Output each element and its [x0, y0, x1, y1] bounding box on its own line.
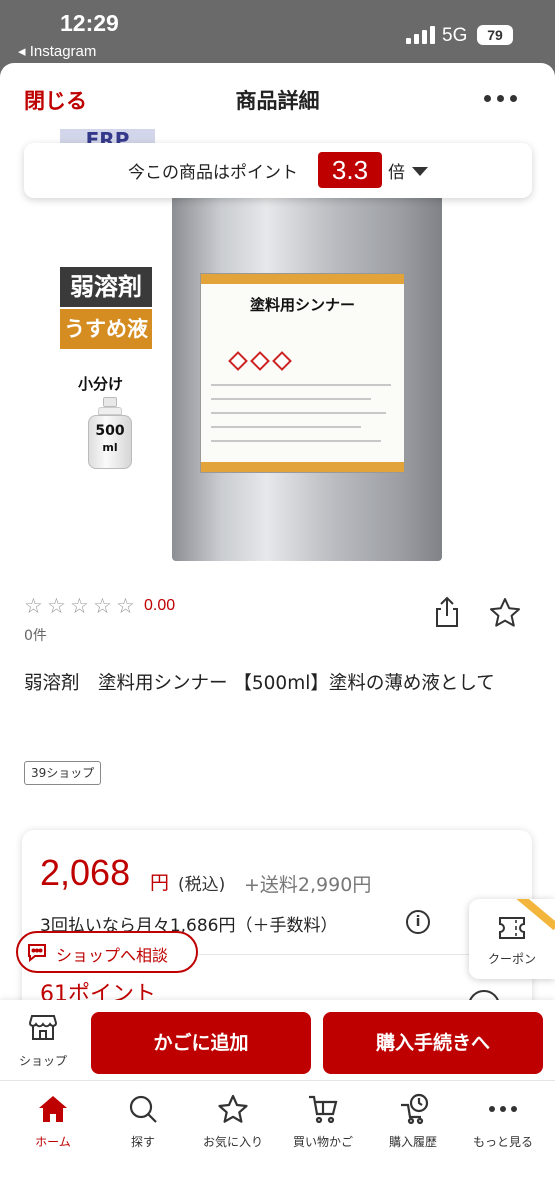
status-bar: 12:29 ◂ Instagram 5G 79: [0, 0, 555, 62]
checkout-button[interactable]: 購入手続きへ: [323, 1012, 543, 1074]
bottle-unit: ml: [102, 441, 118, 454]
shop-consult-label: ショップへ相談: [56, 946, 169, 965]
star-empty-icon: ☆: [93, 594, 112, 618]
tab-home[interactable]: ホーム: [8, 1093, 98, 1153]
cart-icon: [309, 1095, 338, 1124]
rating-score[interactable]: 0.00: [144, 597, 175, 615]
product-title: 弱溶剤 塗料用シンナー 【500ml】塗料の薄め液として: [24, 673, 495, 694]
add-to-cart-button[interactable]: かごに追加: [91, 1012, 311, 1074]
tab-search[interactable]: 探す: [98, 1093, 188, 1153]
shop-consult-button[interactable]: ショップへ相談: [16, 931, 198, 973]
signal-icon: [406, 26, 436, 44]
coupon-button[interactable]: クーポン: [469, 899, 555, 979]
points-banner-suffix: 倍: [388, 163, 405, 183]
share-icon[interactable]: [432, 595, 462, 629]
tab-cart-label: 買い物かご: [292, 1135, 353, 1149]
tab-favorites[interactable]: お気に入り: [188, 1093, 278, 1153]
info-icon[interactable]: i: [406, 910, 430, 934]
shop-icon: [28, 1015, 58, 1040]
more-icon[interactable]: [484, 95, 518, 103]
can-label: 塗料用シンナー: [200, 273, 405, 473]
tab-search-label: 探す: [130, 1135, 155, 1149]
favorite-star-icon[interactable]: [488, 596, 522, 630]
bottle-volume: 500: [95, 423, 125, 439]
search-icon: [129, 1095, 157, 1123]
points-rate-badge: 3.3: [318, 152, 382, 188]
chat-icon: [28, 944, 46, 962]
home-icon: [39, 1096, 67, 1122]
bottle-illustration: 500 ml: [86, 397, 134, 469]
shop-button-label: ショップ: [18, 1054, 67, 1068]
tab-favorites-label: お気に入り: [202, 1135, 263, 1149]
review-count[interactable]: 0件: [24, 625, 47, 645]
product-detail-sheet: FRP 弱溶剤 うすめ液 小分け 500ml 塗料用シンナー 閉じる 商品詳細: [0, 63, 555, 1200]
coupon-icon: [499, 917, 525, 939]
page-title: 商品詳細: [235, 89, 320, 113]
coupon-label: クーポン: [487, 952, 536, 966]
price-currency: 円: [150, 872, 170, 894]
shipping-fee: +送料2,990円: [244, 874, 372, 896]
clock: 12:29: [60, 10, 119, 36]
tab-cart[interactable]: 買い物かご: [278, 1093, 368, 1153]
shop-button[interactable]: ショップ: [12, 1008, 74, 1068]
tab-more[interactable]: もっと見る: [458, 1093, 548, 1153]
purchase-action-bar: ショップ かごに追加 購入手続きへ: [0, 1000, 555, 1080]
bottom-tab-bar: ホーム 探す お気に入り 買い物かご 購入履歴 もっと見る: [0, 1080, 555, 1200]
shop-tag[interactable]: 39ショップ: [24, 761, 102, 785]
tab-history-label: 購入履歴: [388, 1135, 437, 1149]
rating-stars: ☆ ☆ ☆ ☆ ☆: [24, 595, 139, 617]
tab-home-label: ホーム: [35, 1135, 71, 1149]
points-banner[interactable]: 今この商品はポイント 3.3 倍: [24, 143, 532, 198]
tab-more-label: もっと見る: [472, 1135, 533, 1149]
star-empty-icon: ☆: [70, 594, 89, 618]
more-icon: [489, 1106, 517, 1112]
caret-down-icon: [412, 167, 428, 176]
tax-included-label: (税込): [178, 875, 226, 895]
points-banner-text: 今この商品はポイント: [128, 163, 298, 183]
network-type: 5G: [442, 25, 468, 46]
back-to-app-link[interactable]: ◂ Instagram: [18, 42, 96, 60]
star-empty-icon: ☆: [24, 594, 43, 618]
battery-icon: 79: [477, 25, 513, 45]
star-empty-icon: ☆: [47, 594, 66, 618]
history-icon: [401, 1093, 429, 1125]
price-amount: 2,068: [40, 852, 131, 893]
tab-history[interactable]: 購入履歴: [368, 1093, 458, 1153]
star-empty-icon: ☆: [116, 594, 135, 618]
can-label-title: 塗料用シンナー: [249, 296, 355, 314]
sheet-header: 閉じる 商品詳細: [0, 63, 555, 133]
thinner-tag: うすめ液: [60, 309, 152, 349]
star-icon: [218, 1094, 248, 1123]
solvent-tag: 弱溶剤: [60, 267, 152, 307]
subdivide-label: 小分け: [78, 375, 124, 393]
